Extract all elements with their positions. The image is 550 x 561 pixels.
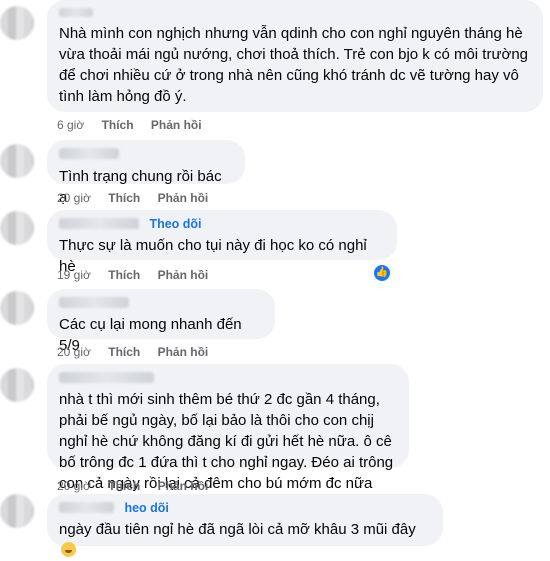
like-reaction-icon[interactable]: 👍: [374, 265, 390, 281]
author-name[interactable]: [59, 218, 139, 230]
avatar[interactable]: [0, 368, 34, 402]
like-button[interactable]: Thích: [108, 345, 140, 359]
avatar[interactable]: [0, 144, 34, 178]
comment-text: ngày đầu tiên ngỉ hè đã ngã lòi cả mỡ kh…: [59, 519, 431, 561]
comment-bubble: Theo dõi Thực sự là muốn cho tụi này đi …: [47, 210, 397, 275]
like-button[interactable]: Thích: [108, 268, 140, 282]
comment-actions: 20 giờ Thích Phản hồi: [57, 345, 222, 359]
comment-actions: 20 giờ Thích Phản hồi: [57, 479, 222, 493]
author-name[interactable]: [59, 372, 154, 384]
comment-time[interactable]: 20 giờ: [57, 345, 91, 359]
author-name[interactable]: [59, 502, 114, 514]
reply-button[interactable]: Phản hồi: [158, 268, 209, 282]
comment-actions: 6 giờ Thích Phản hồi: [57, 118, 216, 132]
author-name[interactable]: [59, 148, 119, 160]
avatar[interactable]: [0, 291, 34, 325]
reply-button[interactable]: Phản hồi: [158, 191, 209, 205]
like-button[interactable]: Thích: [108, 191, 140, 205]
comment-text: Nhà mình con nghịch nhưng vẫn qdinh cho …: [59, 25, 529, 105]
comment-bubble: nhà t thì mới sinh thêm bé thứ 2 đc gần …: [47, 364, 409, 513]
comment-bubble: heo dõi ngày đầu tiên ngỉ hè đã ngã lòi …: [47, 494, 443, 557]
like-button[interactable]: Thích: [108, 479, 140, 493]
follow-button[interactable]: Theo dõi: [149, 217, 201, 231]
author-name[interactable]: [59, 8, 93, 18]
comment-actions: 20 giờ Thích Phản hồi: [57, 191, 222, 205]
comment-time[interactable]: 6 giờ: [57, 118, 84, 132]
avatar[interactable]: [0, 494, 34, 528]
like-button[interactable]: Thích: [102, 118, 134, 132]
avatar[interactable]: [0, 6, 34, 40]
comment-actions: 19 giờ Thích Phản hồi: [57, 268, 222, 282]
reply-button[interactable]: Phản hồi: [158, 479, 209, 493]
comment-bubble: Nhà mình con nghịch nhưng vẫn qdinh cho …: [47, 0, 543, 112]
comment-bubble: Tình trạng chung rồi bác ạ: [47, 140, 245, 206]
reply-button[interactable]: Phản hồi: [158, 345, 209, 359]
reply-button[interactable]: Phản hồi: [151, 118, 202, 132]
author-name[interactable]: [59, 297, 129, 309]
comment-time[interactable]: 20 giờ: [57, 191, 91, 205]
avatar[interactable]: [0, 211, 34, 245]
follow-button[interactable]: heo dõi: [124, 501, 168, 515]
comment-time[interactable]: 20 giờ: [57, 479, 91, 493]
comment-time[interactable]: 19 giờ: [57, 268, 91, 282]
comment-bubble: Các cụ lại mong nhanh đến 5/9: [47, 289, 275, 354]
comment-text-content: ngày đầu tiên ngỉ hè đã ngã lòi cả mỡ kh…: [59, 521, 416, 538]
sad-face-emoji: [61, 542, 76, 557]
